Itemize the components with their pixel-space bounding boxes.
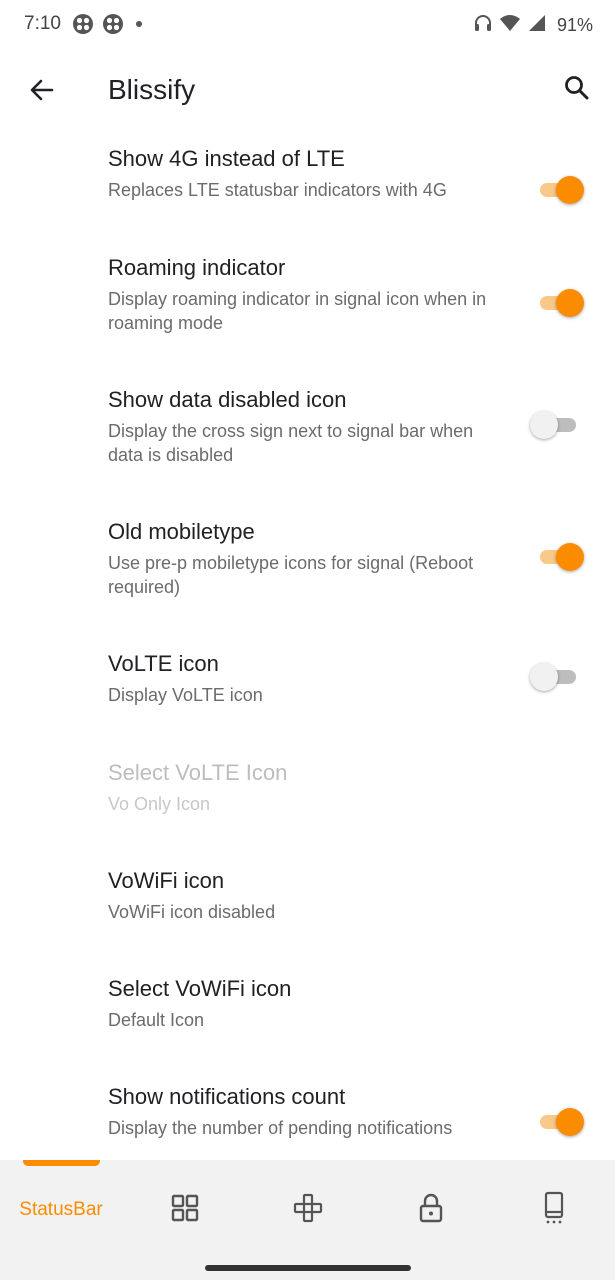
pref-select-vowifi-icon[interactable]: Select VoWiFi icon Default Icon bbox=[0, 976, 615, 1046]
tab-lock[interactable] bbox=[381, 1190, 481, 1230]
pref-title: Show data disabled icon bbox=[108, 387, 347, 412]
home-gesture-bar[interactable] bbox=[205, 1265, 411, 1271]
toggle-switch[interactable] bbox=[530, 1104, 584, 1140]
bottom-navigation: StatusBar bbox=[0, 1160, 615, 1280]
page-title: Blissify bbox=[108, 74, 196, 105]
pref-title: VoLTE icon bbox=[108, 651, 219, 676]
pref-title: Select VoWiFi icon bbox=[108, 976, 292, 1001]
pref-title: Old mobiletype bbox=[108, 519, 255, 544]
pref-summary: Default Icon bbox=[108, 1010, 205, 1030]
tab-phone[interactable] bbox=[504, 1190, 604, 1230]
tab-grid[interactable] bbox=[135, 1190, 235, 1230]
wifi-icon bbox=[499, 13, 521, 38]
signal-icon bbox=[527, 13, 547, 38]
toggle-switch[interactable] bbox=[530, 407, 578, 443]
app-notification-icon bbox=[102, 13, 124, 40]
status-time: 7:10 bbox=[24, 13, 61, 34]
search-button[interactable] bbox=[559, 72, 595, 108]
app-bar: Blissify bbox=[0, 56, 615, 128]
toggle-switch[interactable] bbox=[530, 172, 584, 208]
toggle-switch[interactable] bbox=[530, 539, 584, 575]
battery-percent: 91% bbox=[556, 15, 593, 35]
pref-summary: Use pre-p mobiletype icons for signal (R… bbox=[108, 553, 474, 597]
status-bar: 7:10 91% bbox=[0, 0, 615, 52]
pref-summary: Replaces LTE statusbar indicators with 4… bbox=[108, 180, 447, 200]
pref-summary: Display VoLTE icon bbox=[108, 685, 263, 705]
pref-show-4g[interactable]: Show 4G instead of LTE Replaces LTE stat… bbox=[0, 146, 615, 226]
pref-old-mobiletype[interactable]: Old mobiletype Use pre-p mobiletype icon… bbox=[0, 519, 615, 609]
gamepad-icon bbox=[292, 1192, 324, 1229]
pref-summary: Display the cross sign next to signal ba… bbox=[108, 421, 474, 465]
pref-select-volte-icon: Select VoLTE Icon Vo Only Icon bbox=[0, 760, 615, 830]
preference-list[interactable]: Show 4G instead of LTE Replaces LTE stat… bbox=[0, 128, 615, 1160]
pref-title: Select VoLTE Icon bbox=[108, 760, 288, 785]
phone-icon bbox=[542, 1191, 566, 1230]
toggle-switch[interactable] bbox=[530, 285, 584, 321]
active-tab-indicator bbox=[23, 1160, 100, 1166]
headset-icon bbox=[473, 13, 493, 38]
back-button[interactable] bbox=[24, 74, 60, 110]
tab-statusbar[interactable]: StatusBar bbox=[11, 1190, 111, 1230]
pref-vowifi-icon[interactable]: VoWiFi icon VoWiFi icon disabled bbox=[0, 868, 615, 938]
pref-show-data-disabled-icon[interactable]: Show data disabled icon Display the cros… bbox=[0, 387, 615, 477]
tab-gamepad[interactable] bbox=[258, 1190, 358, 1230]
pref-roaming-indicator[interactable]: Roaming indicator Display roaming indica… bbox=[0, 255, 615, 345]
pref-summary: Vo Only Icon bbox=[108, 794, 211, 814]
toggle-switch[interactable] bbox=[530, 659, 578, 695]
tab-label: StatusBar bbox=[19, 1199, 103, 1220]
app-notification-icon bbox=[72, 13, 94, 40]
pref-title: Show notifications count bbox=[108, 1084, 346, 1109]
pref-volte-icon[interactable]: VoLTE icon Display VoLTE icon bbox=[0, 651, 615, 721]
lock-icon bbox=[417, 1192, 445, 1229]
pref-summary: Display roaming indicator in signal icon… bbox=[108, 289, 487, 333]
pref-show-notifications-count[interactable]: Show notifications count Display the num… bbox=[0, 1084, 615, 1160]
pref-title: VoWiFi icon bbox=[108, 868, 225, 893]
dot-icon bbox=[132, 13, 146, 40]
search-icon bbox=[563, 74, 591, 107]
pref-title: Roaming indicator bbox=[108, 255, 286, 280]
arrow-back-icon bbox=[28, 76, 56, 109]
grid-icon bbox=[170, 1193, 200, 1228]
pref-title: Show 4G instead of LTE bbox=[108, 146, 345, 171]
pref-summary: Display the number of pending notificati… bbox=[108, 1118, 453, 1138]
pref-summary: VoWiFi icon disabled bbox=[108, 902, 276, 922]
